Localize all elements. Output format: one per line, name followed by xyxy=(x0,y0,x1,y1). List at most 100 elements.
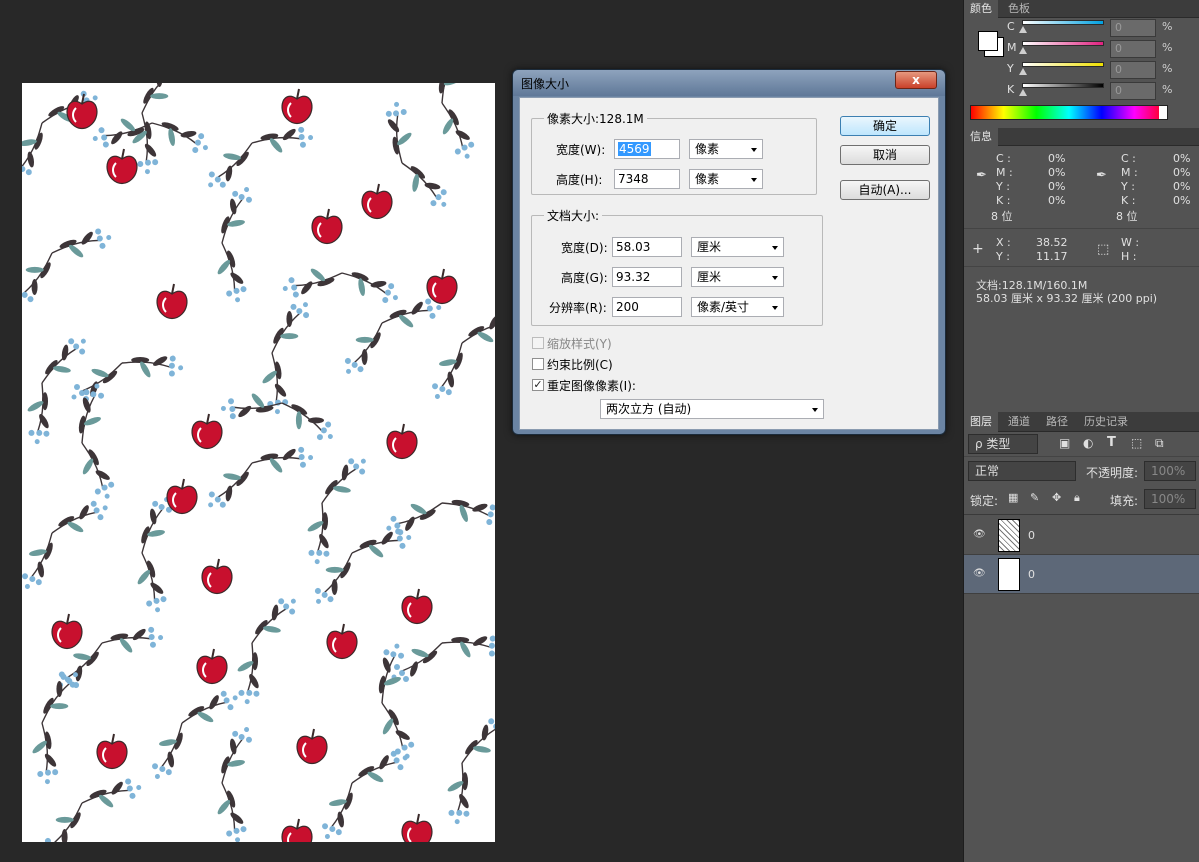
blend-mode-value: 正常 xyxy=(975,464,1000,478)
pixel-width-label: 宽度(W): xyxy=(556,143,606,157)
constrain-proportions-checkbox[interactable] xyxy=(532,358,544,370)
tab-color[interactable]: 颜色 xyxy=(964,0,998,18)
foreground-background-swatch[interactable] xyxy=(978,31,998,51)
ok-button[interactable]: 确定 xyxy=(840,116,930,136)
pixel-height-unit-select[interactable]: 像素 xyxy=(689,169,763,189)
pixel-width-unit-select[interactable]: 像素 xyxy=(689,139,763,159)
info-c2-value: 0% xyxy=(1173,152,1191,165)
opacity-field[interactable]: 100% xyxy=(1144,461,1196,481)
info-x-value: 38.52 xyxy=(1036,236,1068,249)
resolution-input[interactable]: 200 xyxy=(612,297,682,317)
info-k2-value: 0% xyxy=(1173,194,1191,207)
k-slider-thumb[interactable] xyxy=(1019,89,1027,96)
chevron-down-icon xyxy=(751,148,757,152)
pixel-dimensions-label: 像素大小:128.1M xyxy=(544,110,647,127)
k-channel-label: K xyxy=(1007,83,1015,96)
image-size-dialog: 图像大小 x 像素大小:128.1M 宽度(W): 4569 像素 高度(H):… xyxy=(512,69,946,435)
c-slider-thumb[interactable] xyxy=(1019,26,1027,33)
k-value-field[interactable]: 0 xyxy=(1110,82,1156,100)
pixel-height-input[interactable]: 7348 xyxy=(614,169,680,189)
info-dimensions: 58.03 厘米 x 93.32 厘米 (200 ppi) xyxy=(976,292,1158,305)
chevron-down-icon xyxy=(772,246,778,250)
color-ramp[interactable] xyxy=(970,105,1168,120)
doc-width-label: 宽度(D): xyxy=(561,241,608,255)
lock-all-icon[interactable]: 🔒︎ xyxy=(1074,491,1080,505)
cancel-button[interactable]: 取消 xyxy=(840,145,930,165)
layer-name[interactable]: 0 xyxy=(1028,568,1035,581)
layer-filter-select[interactable]: ρ 类型 xyxy=(968,434,1038,454)
layer-row-selected[interactable]: 👁︎ 0 xyxy=(964,555,1199,594)
visibility-eye-icon[interactable]: 👁︎ xyxy=(973,568,987,579)
lock-transparent-icon[interactable]: ▦ xyxy=(1008,491,1018,504)
y-channel-slider[interactable] xyxy=(1022,62,1104,67)
opacity-value: 100% xyxy=(1151,464,1186,478)
adjustment-filter-icon[interactable]: ◐ xyxy=(1083,436,1093,450)
y-value-field[interactable]: 0 xyxy=(1110,61,1156,79)
tab-history[interactable]: 历史记录 xyxy=(1078,412,1134,432)
resolution-unit: 像素/英寸 xyxy=(697,300,750,314)
doc-height-unit-select[interactable]: 厘米 xyxy=(691,267,784,287)
eyedropper-icon: ✒ xyxy=(976,168,987,183)
resolution-unit-select[interactable]: 像素/英寸 xyxy=(691,297,784,317)
tab-channels[interactable]: 通道 xyxy=(1002,412,1036,432)
eyedropper-icon: ✒ xyxy=(1096,168,1107,183)
auto-button[interactable]: 自动(A)... xyxy=(840,180,930,200)
opacity-label: 不透明度: xyxy=(1086,466,1139,480)
m-unit: % xyxy=(1162,41,1173,54)
chevron-down-icon xyxy=(751,178,757,182)
info-k-value: 0% xyxy=(1048,194,1066,207)
y-slider-thumb[interactable] xyxy=(1019,68,1027,75)
layers-panel-tabbar: 图层 通道 路径 历史记录 xyxy=(964,412,1199,432)
info-k2-label: K : xyxy=(1121,194,1136,207)
info-m-label: M : xyxy=(996,166,1013,179)
color-panel-tabbar: 颜色 色板 xyxy=(964,0,1199,18)
type-filter-icon[interactable]: T xyxy=(1107,435,1116,450)
info-bits-left: 8 位 xyxy=(991,210,1013,223)
k-channel-slider[interactable] xyxy=(1022,83,1104,88)
resample-checkbox[interactable]: ✓ xyxy=(532,379,544,391)
layer-thumbnail xyxy=(998,558,1020,591)
tab-paths[interactable]: 路径 xyxy=(1040,412,1074,432)
pixel-width-input[interactable]: 4569 xyxy=(618,142,651,156)
c-channel-slider[interactable] xyxy=(1022,20,1104,25)
floral-pattern-image xyxy=(22,83,495,842)
lock-paint-icon[interactable]: ✎ xyxy=(1030,491,1039,504)
resample-method-select[interactable]: 两次立方 (自动) xyxy=(600,399,824,419)
resolution-label: 分辨率(R): xyxy=(549,301,607,315)
layer-row[interactable]: 👁︎ 0 xyxy=(964,516,1199,555)
c-value-field[interactable]: 0 xyxy=(1110,19,1156,37)
tab-layers[interactable]: 图层 xyxy=(964,412,998,432)
k-unit: % xyxy=(1162,83,1173,96)
info-y-value: 0% xyxy=(1048,180,1066,193)
doc-width-input[interactable]: 58.03 xyxy=(612,237,682,257)
scale-styles-checkbox[interactable] xyxy=(532,337,544,349)
doc-width-unit-select[interactable]: 厘米 xyxy=(691,237,784,257)
blend-mode-select[interactable]: 正常 xyxy=(968,461,1076,481)
dialog-titlebar[interactable]: 图像大小 x xyxy=(513,70,945,96)
info-c-value: 0% xyxy=(1048,152,1066,165)
info-m2-value: 0% xyxy=(1173,166,1191,179)
y-channel-label: Y xyxy=(1007,62,1014,75)
fill-value: 100% xyxy=(1151,492,1186,506)
fill-label: 填充: xyxy=(1110,494,1139,508)
layer-name[interactable]: 0 xyxy=(1028,529,1035,542)
m-value-field[interactable]: 0 xyxy=(1110,40,1156,58)
shape-filter-icon[interactable]: ⬚ xyxy=(1131,436,1142,450)
m-channel-slider[interactable] xyxy=(1022,41,1104,46)
visibility-eye-icon[interactable]: 👁︎ xyxy=(973,529,987,540)
lock-move-icon[interactable]: ✥ xyxy=(1052,491,1061,504)
y-unit: % xyxy=(1162,62,1173,75)
image-filter-icon[interactable]: ▣ xyxy=(1059,436,1070,450)
resample-label: 重定图像像素(I): xyxy=(547,379,636,393)
fill-field[interactable]: 100% xyxy=(1144,489,1196,509)
tab-info[interactable]: 信息 xyxy=(964,128,998,146)
document-canvas[interactable] xyxy=(22,83,495,842)
info-x-label: X : xyxy=(996,236,1011,249)
m-slider-thumb[interactable] xyxy=(1019,47,1027,54)
m-channel-label: M xyxy=(1007,41,1017,54)
tab-swatches[interactable]: 色板 xyxy=(1002,0,1036,18)
close-button[interactable]: x xyxy=(895,71,937,89)
lock-label: 锁定: xyxy=(970,494,999,508)
smart-object-filter-icon[interactable]: ⧉ xyxy=(1155,436,1164,451)
doc-height-input[interactable]: 93.32 xyxy=(612,267,682,287)
